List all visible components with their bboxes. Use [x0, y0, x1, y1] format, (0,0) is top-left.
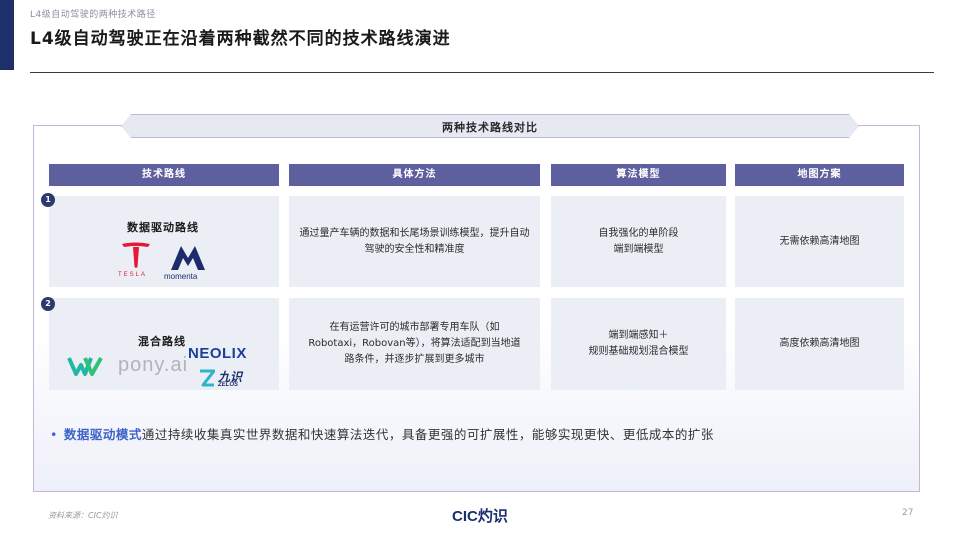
- method-cell-data-driven: 通过量产车辆的数据和长尾场景训练模型，提升自动驾驶的安全性和精准度: [289, 196, 540, 287]
- comparison-banner: 两种技术路线对比: [121, 114, 859, 138]
- row-number-badge: 1: [41, 193, 55, 207]
- page-title: L4级自动驾驶正在沿着两种截然不同的技术路线演进: [30, 29, 451, 49]
- zelos-logo-text: ZELOS: [218, 382, 239, 388]
- weride-logo-icon: [67, 357, 103, 376]
- bullet-dot-icon: •: [50, 427, 58, 442]
- column-header-method: 具体方法: [289, 164, 540, 186]
- momenta-logo-text: momenta: [164, 272, 198, 281]
- momenta-logo-icon: [171, 246, 205, 270]
- summary-bullet: • 数据驱动模式通过持续收集真实世界数据和快速算法迭代，具备更强的可扩展性，能够实…: [50, 424, 714, 443]
- title-accent-bar: [0, 0, 14, 70]
- method-cell-hybrid: 在有运营许可的城市部署专用车队（如Robotaxi，Robovan等），将算法适…: [289, 298, 540, 390]
- summary-highlight: 数据驱动模式: [63, 427, 142, 442]
- column-header-route: 技术路线: [49, 164, 279, 186]
- map-cell-data-driven: 无需依赖高清地图: [735, 196, 904, 287]
- method-text: 通过量产车辆的数据和长尾场景训练模型，提升自动驾驶的安全性和精准度: [299, 227, 530, 255]
- neolix-logo-text: NEOLIX: [188, 345, 247, 362]
- route-name: 数据驱动路线: [127, 221, 199, 234]
- algorithm-cell-hybrid: 端到端感知＋ 规则基础规划混合模型: [551, 298, 726, 390]
- route-name: 混合路线: [138, 335, 186, 348]
- method-text: 在有运营许可的城市部署专用车队（如Robotaxi，Robovan等），将算法适…: [308, 322, 521, 365]
- summary-text: 通过持续收集真实世界数据和快速算法迭代，具备更强的可扩展性，能够实现更快、更低成…: [141, 427, 714, 442]
- map-text: 高度依赖高清地图: [779, 338, 860, 349]
- map-cell-hybrid: 高度依赖高清地图: [735, 298, 904, 390]
- breadcrumb: L4级自动驾驶的两种技术路径: [30, 10, 156, 20]
- row-number-badge: 2: [41, 297, 55, 311]
- algorithm-text-line2: 端到端模型: [613, 243, 664, 255]
- comparison-banner-label: 两种技术路线对比: [442, 121, 538, 134]
- algorithm-cell-data-driven: 自我强化的单阶段 端到端模型: [551, 196, 726, 287]
- page-number: 27: [902, 508, 914, 518]
- footer-brand-logo: CIC灼识: [452, 508, 508, 525]
- title-divider: [30, 72, 934, 73]
- column-header-map: 地图方案: [735, 164, 904, 186]
- footer-source: 资料来源：CIC灼识: [48, 511, 118, 520]
- algorithm-text-line1: 端到端感知＋: [608, 330, 669, 341]
- tesla-logo-text: TESLA: [118, 272, 148, 278]
- algorithm-text-line2: 规则基础规划混合模型: [588, 346, 689, 357]
- column-header-algorithm: 算法模型: [551, 164, 726, 186]
- zelos-logo-icon: [200, 369, 215, 387]
- pony-logo-text: pony.ai: [118, 354, 189, 376]
- algorithm-text-line1: 自我强化的单阶段: [598, 227, 679, 239]
- map-text: 无需依赖高清地图: [779, 235, 860, 247]
- tesla-logo-icon: [122, 242, 150, 268]
